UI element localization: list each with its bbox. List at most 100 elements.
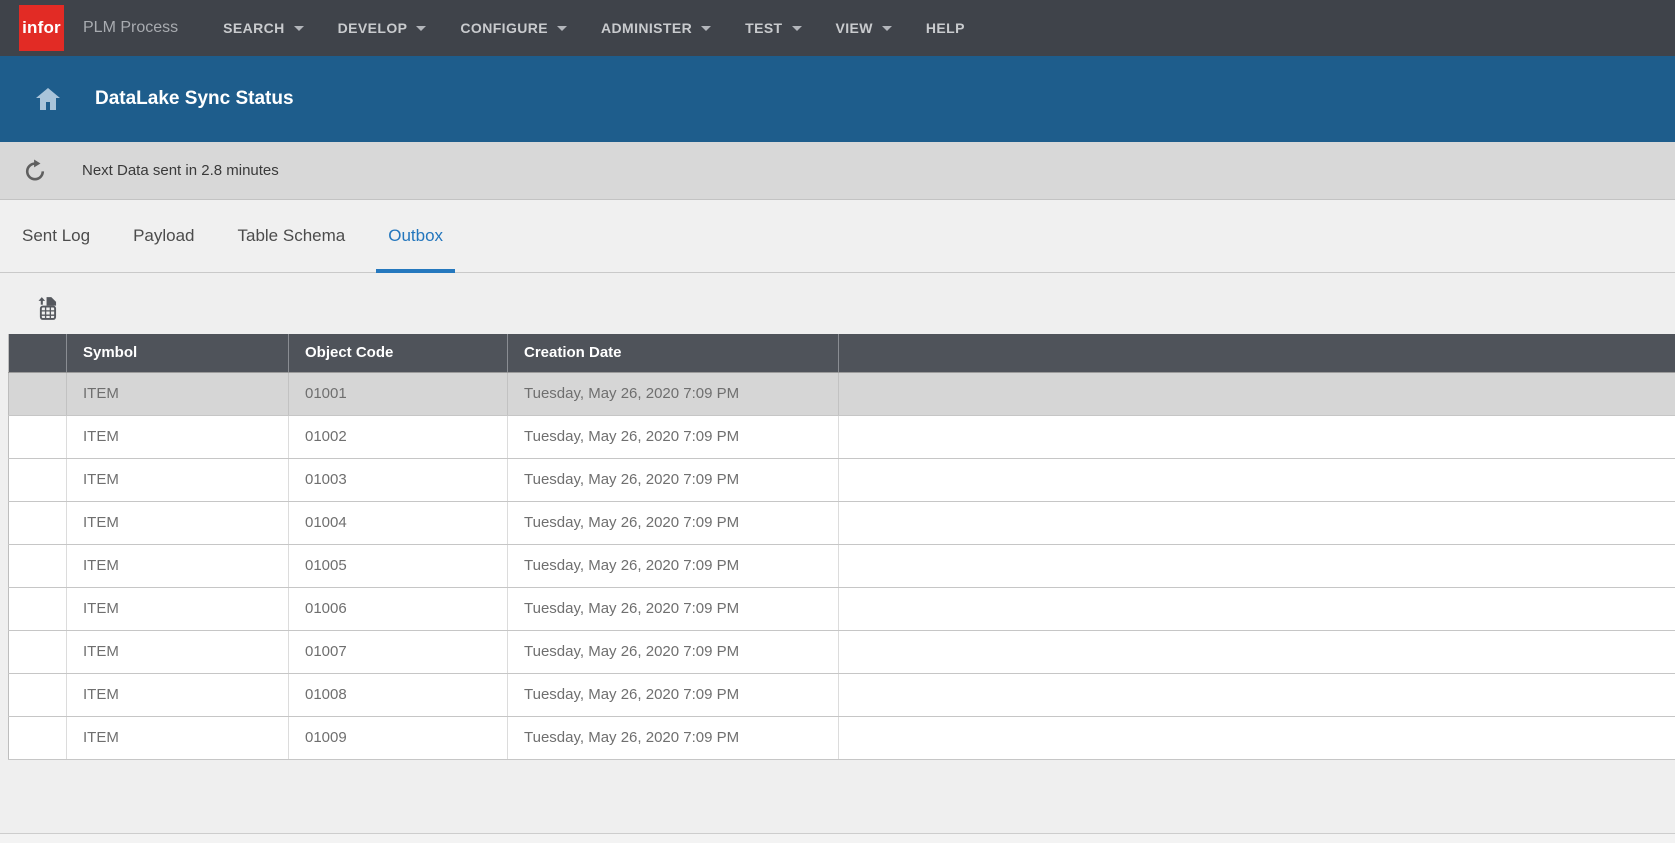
cell-empty	[839, 501, 1675, 544]
cell-empty	[839, 415, 1675, 458]
chevron-down-icon	[792, 26, 802, 31]
cell-empty	[9, 587, 67, 630]
cell-empty	[9, 372, 67, 415]
cell-symbol: ITEM	[67, 415, 289, 458]
column-header-object-code[interactable]: Object Code	[289, 334, 508, 372]
tab-outbox[interactable]: Outbox	[376, 200, 455, 272]
nav-item-label: HELP	[926, 20, 965, 36]
table-row[interactable]: ITEM01004Tuesday, May 26, 2020 7:09 PM	[9, 501, 1675, 544]
home-icon[interactable]	[36, 88, 60, 110]
cell-empty	[9, 458, 67, 501]
cell-creation-date: Tuesday, May 26, 2020 7:09 PM	[508, 458, 839, 501]
cell-empty	[839, 372, 1675, 415]
cell-object-code: 01003	[289, 458, 508, 501]
cell-creation-date: Tuesday, May 26, 2020 7:09 PM	[508, 501, 839, 544]
nav-item-help[interactable]: HELP	[909, 0, 982, 56]
cell-empty	[839, 587, 1675, 630]
cell-empty	[9, 544, 67, 587]
table-row[interactable]: ITEM01009Tuesday, May 26, 2020 7:09 PM	[9, 716, 1675, 759]
table-row[interactable]: ITEM01007Tuesday, May 26, 2020 7:09 PM	[9, 630, 1675, 673]
cell-empty	[839, 673, 1675, 716]
infor-logo[interactable]: infor	[19, 5, 64, 51]
cell-empty	[9, 501, 67, 544]
cell-creation-date: Tuesday, May 26, 2020 7:09 PM	[508, 673, 839, 716]
cell-empty	[839, 458, 1675, 501]
outbox-table: SymbolObject CodeCreation Date ITEM01001…	[8, 334, 1675, 760]
export-spreadsheet-icon[interactable]	[38, 297, 57, 320]
cell-empty	[839, 544, 1675, 587]
nav-item-test[interactable]: TEST	[728, 0, 818, 56]
nav-item-label: DEVELOP	[338, 20, 408, 36]
tab-table-schema[interactable]: Table Schema	[226, 200, 358, 272]
column-header-symbol[interactable]: Symbol	[67, 334, 289, 372]
cell-object-code: 01006	[289, 587, 508, 630]
page-title: DataLake Sync Status	[95, 88, 294, 110]
nav-item-administer[interactable]: ADMINISTER	[584, 0, 728, 56]
table-row[interactable]: ITEM01001Tuesday, May 26, 2020 7:09 PM	[9, 372, 1675, 415]
infor-logo-text: infor	[22, 18, 61, 38]
grid-toolbar	[0, 273, 1675, 334]
table-header: SymbolObject CodeCreation Date	[9, 334, 1675, 372]
tab-sent-log[interactable]: Sent Log	[10, 200, 102, 272]
cell-object-code: 01005	[289, 544, 508, 587]
cell-empty	[9, 716, 67, 759]
chevron-down-icon	[701, 26, 711, 31]
footer-strip	[0, 833, 1675, 843]
nav-item-view[interactable]: VIEW	[819, 0, 909, 56]
table-header-row: SymbolObject CodeCreation Date	[9, 334, 1675, 372]
chevron-down-icon	[882, 26, 892, 31]
column-header-creation-date[interactable]: Creation Date	[508, 334, 839, 372]
cell-creation-date: Tuesday, May 26, 2020 7:09 PM	[508, 544, 839, 587]
nav-item-develop[interactable]: DEVELOP	[321, 0, 444, 56]
nav-item-label: CONFIGURE	[460, 20, 548, 36]
cell-empty	[839, 630, 1675, 673]
chevron-down-icon	[416, 26, 426, 31]
cell-empty	[9, 673, 67, 716]
refresh-icon[interactable]	[24, 159, 46, 182]
cell-symbol: ITEM	[67, 501, 289, 544]
cell-object-code: 01009	[289, 716, 508, 759]
table-row[interactable]: ITEM01008Tuesday, May 26, 2020 7:09 PM	[9, 673, 1675, 716]
column-header-empty	[839, 334, 1675, 372]
cell-creation-date: Tuesday, May 26, 2020 7:09 PM	[508, 415, 839, 458]
cell-creation-date: Tuesday, May 26, 2020 7:09 PM	[508, 372, 839, 415]
table-row[interactable]: ITEM01002Tuesday, May 26, 2020 7:09 PM	[9, 415, 1675, 458]
table-row[interactable]: ITEM01006Tuesday, May 26, 2020 7:09 PM	[9, 587, 1675, 630]
nav-menu: SEARCH DEVELOP CONFIGURE ADMINISTER TEST VIEW…	[206, 0, 982, 56]
cell-creation-date: Tuesday, May 26, 2020 7:09 PM	[508, 630, 839, 673]
cell-symbol: ITEM	[67, 544, 289, 587]
nav-item-configure[interactable]: CONFIGURE	[443, 0, 584, 56]
cell-object-code: 01008	[289, 673, 508, 716]
app-name: PLM Process	[83, 19, 178, 37]
nav-item-search[interactable]: SEARCH	[206, 0, 321, 56]
cell-empty	[9, 630, 67, 673]
cell-creation-date: Tuesday, May 26, 2020 7:09 PM	[508, 716, 839, 759]
table-body: ITEM01001Tuesday, May 26, 2020 7:09 PMIT…	[9, 372, 1675, 759]
cell-object-code: 01007	[289, 630, 508, 673]
cell-object-code: 01002	[289, 415, 508, 458]
page-header: DataLake Sync Status	[0, 56, 1675, 142]
table-row[interactable]: ITEM01003Tuesday, May 26, 2020 7:09 PM	[9, 458, 1675, 501]
nav-item-label: VIEW	[836, 20, 873, 36]
table-row[interactable]: ITEM01005Tuesday, May 26, 2020 7:09 PM	[9, 544, 1675, 587]
chevron-down-icon	[557, 26, 567, 31]
tab-payload[interactable]: Payload	[121, 200, 206, 272]
cell-empty	[839, 716, 1675, 759]
cell-object-code: 01004	[289, 501, 508, 544]
top-nav-bar: infor PLM Process SEARCH DEVELOP CONFIGURE…	[0, 0, 1675, 56]
cell-symbol: ITEM	[67, 587, 289, 630]
cell-creation-date: Tuesday, May 26, 2020 7:09 PM	[508, 587, 839, 630]
cell-symbol: ITEM	[67, 716, 289, 759]
column-header-empty	[9, 334, 67, 372]
refresh-toolbar: Next Data sent in 2.8 minutes	[0, 142, 1675, 200]
cell-empty	[9, 415, 67, 458]
cell-symbol: ITEM	[67, 372, 289, 415]
nav-item-label: TEST	[745, 20, 782, 36]
cell-symbol: ITEM	[67, 458, 289, 501]
tab-strip: Sent Log Payload Table SchemaOutbox	[0, 200, 1675, 273]
cell-object-code: 01001	[289, 372, 508, 415]
cell-symbol: ITEM	[67, 630, 289, 673]
nav-item-label: SEARCH	[223, 20, 285, 36]
sync-status-text: Next Data sent in 2.8 minutes	[82, 162, 279, 179]
chevron-down-icon	[294, 26, 304, 31]
